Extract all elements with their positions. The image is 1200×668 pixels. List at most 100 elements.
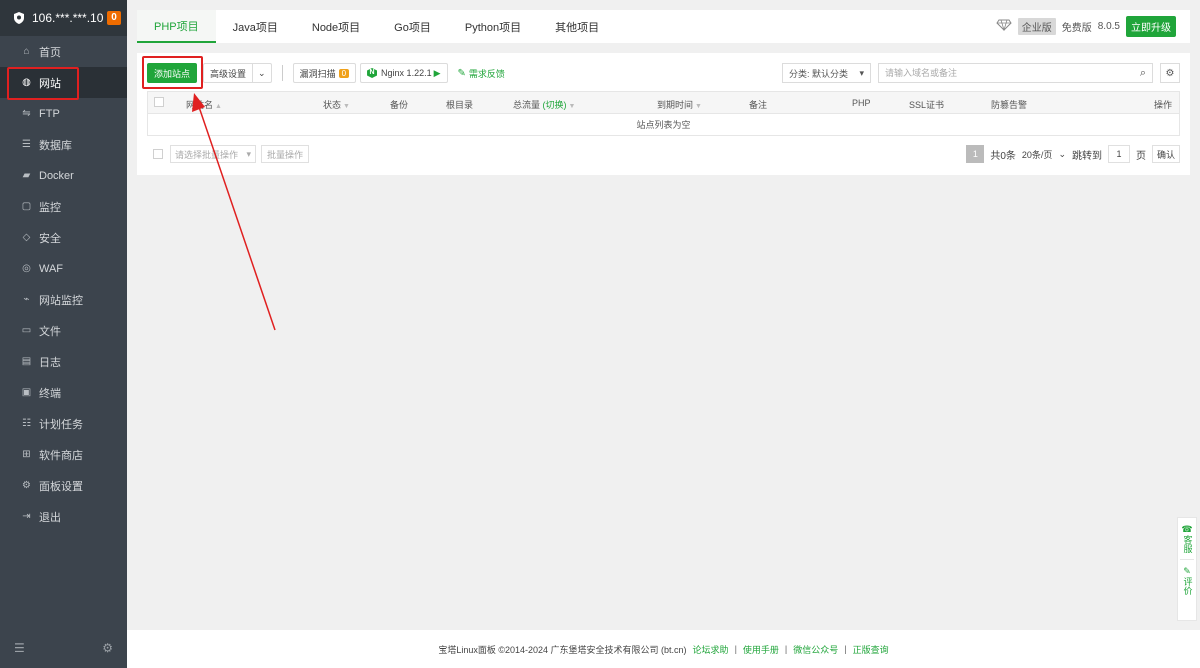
license-link[interactable]: 正版查询 — [853, 643, 889, 656]
advanced-dropdown-button[interactable]: ⌄ — [252, 63, 272, 83]
jump-confirm-button[interactable]: 确认 — [1151, 145, 1180, 163]
sidebar-item-terminal[interactable]: ▣ 终端 — [0, 377, 127, 408]
sidebar-item-home[interactable]: ⌂ 首页 — [0, 36, 127, 67]
sidebar-item-monitor[interactable]: ▢ 监控 — [0, 191, 127, 222]
server-name: 106.***.***.10 — [32, 11, 104, 25]
caret-down-icon: ▾ — [246, 148, 251, 159]
sidebar-settings-icon[interactable]: ⚙ — [102, 641, 113, 655]
tab-java[interactable]: Java项目 — [216, 10, 295, 43]
col-status[interactable]: 状态 ▼ — [323, 98, 350, 111]
wechat-link[interactable]: 微信公众号 — [793, 643, 838, 656]
upgrade-button[interactable]: 立即升级 — [1126, 16, 1176, 37]
free-edition-label: 免费版 — [1061, 23, 1092, 34]
nginx-button[interactable]: N Nginx 1.22.1 ▶ — [360, 63, 448, 83]
table-footer: 请选择批量操作 ▾ 批量操作 1 共0条 20条/页 ⌄ 跳转到 1 页 确认 — [147, 144, 1180, 164]
caret-down-icon: ▾ — [859, 67, 864, 78]
alert-count-badge[interactable]: 0 — [107, 11, 121, 25]
col-traffic[interactable]: 总流量 (切换) ▼ — [513, 98, 575, 111]
toolbar-divider — [281, 65, 283, 81]
enterprise-badge[interactable]: 企业版 — [1017, 18, 1056, 35]
forum-link[interactable]: 论坛求助 — [693, 643, 729, 656]
sidebar-item-cron[interactable]: ☷ 计划任务 — [0, 408, 127, 439]
pagination: 1 共0条 20条/页 ⌄ 跳转到 1 页 确认 — [966, 145, 1180, 163]
table-header: 网站名 ▲ 状态 ▼ 备份 根目录 总流量 (切换) ▼ 到期时间 ▼ 备注 PHP S… — [147, 91, 1180, 114]
sidebar-item-label: 网站 — [39, 77, 61, 90]
review-button[interactable]: ✎ 评价 — [1182, 566, 1193, 595]
sidebar-item-waf[interactable]: ◎ WAF — [0, 253, 127, 284]
store-icon: ⊞ — [22, 449, 31, 460]
col-root: 根目录 — [446, 100, 474, 110]
category-select[interactable]: 分类: 默认分类 ▾ — [782, 63, 871, 83]
monitor-icon: ▢ — [21, 201, 32, 212]
search-input[interactable] — [885, 68, 1115, 78]
nginx-version-label: Nginx 1.22.1 — [381, 68, 432, 78]
sidebar-item-database[interactable]: ☰ 数据库 — [0, 129, 127, 160]
jump-label: 跳转到 — [1071, 150, 1102, 162]
docker-icon: ▰ — [22, 170, 31, 181]
sidebar-item-docker[interactable]: ▰ Docker — [0, 160, 127, 191]
sidebar-nav: ⌂ 首页 ◍ 网站 ⇋ FTP ☰ 数据库 ▰ Docker ▢ 监控 ◇ 安全 ◎ WAF ⌁… — [0, 36, 127, 532]
sidebar-item-ftp[interactable]: ⇋ FTP — [0, 98, 127, 129]
jump-input[interactable]: 1 — [1107, 145, 1130, 163]
sidebar-item-label: 安全 — [39, 232, 61, 245]
tab-go[interactable]: Go项目 — [377, 10, 448, 43]
sidebar-item-label: 退出 — [39, 511, 61, 524]
bulk-action-select[interactable]: 请选择批量操作 ▾ — [170, 145, 256, 163]
sidebar-item-label: 日志 — [39, 356, 61, 369]
customer-service-button[interactable]: ☎ 客服 — [1181, 524, 1192, 553]
logout-icon: ⇥ — [22, 511, 31, 522]
sidebar-item-label: 首页 — [39, 46, 61, 59]
bulk-checkbox[interactable] — [153, 149, 163, 159]
add-site-button[interactable]: 添加站点 — [147, 63, 198, 83]
sidebar: 106.***.***.10 0 ⌂ 首页 ◍ 网站 ⇋ FTP ☰ 数据库 ▰ Dock… — [0, 0, 127, 668]
tab-php[interactable]: PHP项目 — [137, 10, 216, 43]
col-expire[interactable]: 到期时间 ▼ — [657, 98, 702, 111]
page-current[interactable]: 1 — [966, 145, 985, 163]
table-settings-button[interactable]: ⚙ — [1160, 63, 1180, 83]
sort-icon: ▼ — [568, 103, 576, 110]
chevron-down-icon: ⌄ — [258, 67, 266, 78]
shield-icon: ◇ — [22, 232, 31, 243]
sidebar-item-label: 面板设置 — [39, 480, 83, 493]
home-icon: ⌂ — [23, 46, 30, 57]
col-alert: 防篡告警 — [991, 100, 1028, 110]
tab-python[interactable]: Python项目 — [448, 10, 538, 43]
site-panel: 添加站点 高级设置 ⌄ 漏洞扫描 0 N Nginx 1.22.1 ▶ ✎ 需求反馈 分… — [137, 53, 1190, 175]
version-label: 8.0.5 — [1097, 21, 1120, 32]
sidebar-item-label: WAF — [39, 262, 64, 275]
sidebar-item-store[interactable]: ⊞ 软件商店 — [0, 439, 127, 470]
tab-node[interactable]: Node项目 — [295, 10, 377, 43]
sidebar-item-label: 文件 — [39, 325, 61, 338]
version-info: 企业版 免费版 8.0.5 立即升级 — [996, 10, 1190, 43]
sidebar-item-label: Docker — [39, 169, 74, 182]
tab-other[interactable]: 其他项目 — [538, 10, 616, 43]
globe-icon: ◍ — [22, 77, 31, 88]
edit-icon: ✎ — [457, 67, 466, 79]
sidebar-item-files[interactable]: ▭ 文件 — [0, 315, 127, 346]
collapse-menu-icon[interactable]: ☰ — [14, 641, 25, 655]
service-label: 客服 — [1182, 535, 1193, 553]
database-icon: ☰ — [22, 139, 31, 150]
task-icon: ☷ — [22, 418, 31, 429]
server-header[interactable]: 106.***.***.10 0 — [0, 0, 127, 36]
sidebar-item-label: 监控 — [39, 201, 61, 214]
manual-link[interactable]: 使用手册 — [743, 643, 779, 656]
feedback-link[interactable]: ✎ 需求反馈 — [458, 67, 505, 80]
search-icon[interactable]: ⌕ — [1140, 67, 1146, 80]
sidebar-item-settings[interactable]: ⚙ 面板设置 — [0, 470, 127, 501]
advanced-settings-button[interactable]: 高级设置 — [203, 63, 253, 83]
vuln-scan-button[interactable]: 漏洞扫描 0 — [292, 63, 357, 83]
sidebar-item-logout[interactable]: ⇥ 退出 — [0, 501, 127, 532]
sidebar-item-security[interactable]: ◇ 安全 — [0, 222, 127, 253]
toolbar-right: 分类: 默认分类 ▾ ⌕ ⚙ — [782, 63, 1180, 83]
page-size-select[interactable]: 20条/页 ⌄ — [1022, 148, 1066, 161]
play-icon: ▶ — [433, 67, 441, 78]
select-all-checkbox[interactable] — [154, 97, 164, 109]
review-label: 评价 — [1182, 577, 1193, 595]
sidebar-item-website[interactable]: ◍ 网站 — [0, 67, 127, 98]
sidebar-item-site-monitor[interactable]: ⌁ 网站监控 — [0, 284, 127, 315]
col-name[interactable]: 网站名 ▲ — [186, 98, 222, 111]
sidebar-item-logs[interactable]: ▤ 日志 — [0, 346, 127, 377]
bulk-action-button[interactable]: 批量操作 — [261, 145, 310, 163]
bulk-select-placeholder: 请选择批量操作 — [175, 149, 239, 160]
